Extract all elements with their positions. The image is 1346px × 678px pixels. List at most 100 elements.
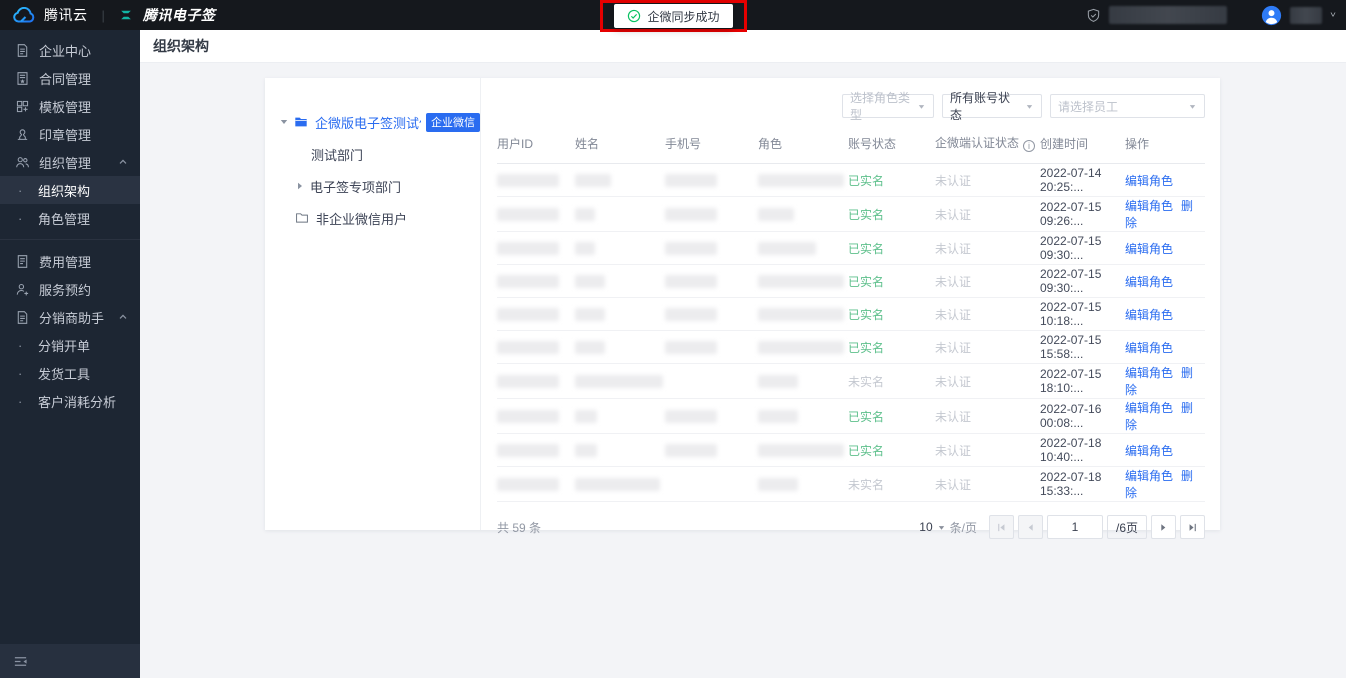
sidebar-item-label: 企业中心: [39, 43, 92, 59]
collapse-sidebar-icon[interactable]: [13, 654, 28, 669]
redacted-value: [758, 410, 798, 424]
table-row: 未实名 未认证 2022-07-18 15:33:... 编辑角色 删除: [497, 466, 1205, 502]
account-status: 已实名: [848, 241, 885, 256]
tree-node[interactable]: 电子签专项部门: [265, 170, 480, 202]
sidebar-item[interactable]: · 分销开单: [0, 331, 140, 359]
employee-placeholder: 请选择员工: [1058, 99, 1119, 114]
redacted-value: [665, 275, 717, 289]
sidebar-item[interactable]: · 角色管理: [0, 204, 140, 232]
doc-icon: [15, 43, 30, 58]
column-label: 企微端认证状态: [935, 136, 1020, 150]
edit-role-link[interactable]: 编辑角色: [1125, 174, 1173, 188]
account-status-select[interactable]: 所有账号状态: [942, 91, 1042, 122]
column-label: 用户ID: [497, 136, 534, 151]
redacted-value: [575, 174, 611, 188]
edit-role-link[interactable]: 编辑角色: [1125, 401, 1173, 415]
tree-node-label: 非企业微信用户: [316, 211, 408, 227]
account-status: 已实名: [848, 443, 885, 458]
last-page-button[interactable]: [1180, 515, 1205, 539]
wecom-auth-status: 未认证: [935, 307, 972, 322]
sidebar-item[interactable]: 分销商助手: [0, 303, 140, 331]
edit-role-link[interactable]: 编辑角色: [1125, 242, 1173, 256]
table-row: 已实名 未认证 2022-07-15 10:18:... 编辑角色: [497, 297, 1205, 331]
edit-role-link[interactable]: 编辑角色: [1125, 275, 1173, 289]
column-header: 用户ID: [497, 127, 575, 164]
sidebar-item-label: 发货工具: [38, 366, 91, 382]
edit-role-link[interactable]: 编辑角色: [1125, 341, 1173, 355]
sidebar-item[interactable]: 企业中心: [0, 36, 140, 64]
sidebar-item[interactable]: · 发货工具: [0, 359, 140, 387]
redacted-value: [575, 410, 597, 424]
first-page-button[interactable]: [989, 515, 1014, 539]
sidebar-item-label: 组织管理: [39, 155, 92, 171]
topbar: 腾讯云 | 腾讯电子签 ˅: [0, 0, 1346, 30]
edit-role-link[interactable]: 编辑角色: [1125, 308, 1173, 322]
sidebar-item[interactable]: 组织管理: [0, 148, 140, 176]
redacted-value: [575, 275, 605, 289]
redacted-value: [665, 174, 717, 188]
prev-page-button[interactable]: [1018, 515, 1043, 539]
table-row: 已实名 未认证 2022-07-15 09:30:... 编辑角色: [497, 264, 1205, 298]
redacted-value: [665, 410, 717, 424]
tree-node[interactable]: 测试部门: [265, 138, 480, 170]
sidebar-item-label: 合同管理: [39, 71, 92, 87]
page-size-select[interactable]: 10 条/页: [919, 519, 977, 536]
template-icon: [15, 99, 30, 114]
bullet-icon: ·: [18, 210, 23, 226]
redacted-value: [665, 444, 717, 458]
sidebar-item-label: 印章管理: [39, 127, 92, 143]
wecom-auth-status: 未认证: [935, 409, 972, 424]
bullet-icon: ·: [18, 365, 23, 381]
caret-right-icon[interactable]: [295, 181, 305, 191]
wecom-auth-status: 未认证: [935, 274, 972, 289]
table-row: 已实名 未认证 2022-07-15 09:30:... 编辑角色: [497, 231, 1205, 265]
column-header: 操作: [1125, 127, 1205, 164]
folder-icon: [294, 115, 309, 129]
info-icon[interactable]: i: [1023, 140, 1036, 152]
table-body: 已实名 未认证 2022-07-14 20:25:... 编辑角色 已实名 未认证 2022…: [497, 163, 1205, 502]
column-label: 角色: [758, 136, 783, 151]
sidebar-item[interactable]: 费用管理: [0, 247, 140, 275]
column-label: 姓名: [575, 136, 600, 151]
column-label: 手机号: [665, 136, 702, 151]
employee-select[interactable]: 请选择员工: [1050, 94, 1205, 118]
wecom-badge: 企业微信: [426, 112, 480, 132]
members-panel: 选择角色类型 所有账号状态 请选择员工 用户ID 姓名 手机号 角色 账号状态 企微端认证…: [481, 78, 1220, 539]
sidebar-item[interactable]: · 客户消耗分析: [0, 387, 140, 415]
brand-name[interactable]: 腾讯云: [44, 5, 88, 25]
created-time: 2022-07-15 10:18:...: [1040, 300, 1102, 328]
role-type-select[interactable]: 选择角色类型: [842, 91, 934, 122]
avatar[interactable]: [1261, 5, 1282, 26]
sidebar-item[interactable]: 印章管理: [0, 120, 140, 148]
column-label: 账号状态: [848, 136, 897, 151]
role-type-placeholder: 选择角色类型: [850, 91, 911, 122]
sidebar-item-label: 客户消耗分析: [38, 394, 117, 410]
redacted-value: [665, 208, 717, 222]
caret-down-icon[interactable]: [279, 117, 289, 127]
redacted-value: [497, 375, 559, 389]
created-time: 2022-07-14 20:25:...: [1040, 166, 1102, 194]
sidebar-item[interactable]: 模板管理: [0, 92, 140, 120]
edit-role-link[interactable]: 编辑角色: [1125, 199, 1173, 213]
tencent-cloud-logo-icon[interactable]: [12, 6, 36, 24]
sidebar-item[interactable]: · 组织架构: [0, 176, 140, 204]
edit-role-link[interactable]: 编辑角色: [1125, 469, 1173, 483]
caret-down-icon: [937, 523, 946, 532]
next-page-button[interactable]: [1151, 515, 1176, 539]
redacted-value: [758, 174, 844, 188]
redacted-value: [575, 341, 605, 355]
total-count: 共 59 条: [497, 520, 542, 535]
sidebar-item-label: 角色管理: [38, 211, 91, 227]
tree-node[interactable]: 企微版电子签测试体验专用... 企业微信: [265, 106, 480, 138]
created-time: 2022-07-15 09:26:...: [1040, 200, 1102, 228]
sidebar-item-label: 服务预约: [39, 282, 92, 298]
sidebar-item[interactable]: 服务预约: [0, 275, 140, 303]
tree-node[interactable]: 非企业微信用户: [265, 202, 480, 234]
page-number-input[interactable]: [1047, 515, 1103, 539]
wecom-auth-status: 未认证: [935, 173, 972, 188]
edit-role-link[interactable]: 编辑角色: [1125, 444, 1173, 458]
edit-role-link[interactable]: 编辑角色: [1125, 366, 1173, 380]
sidebar-item[interactable]: 合同管理: [0, 64, 140, 92]
members-table: 用户ID 姓名 手机号 角色 账号状态 企微端认证状态 i 创建时间 操作 已实名 未认证 2022…: [497, 127, 1205, 502]
chevron-down-icon[interactable]: ˅: [1330, 11, 1336, 20]
